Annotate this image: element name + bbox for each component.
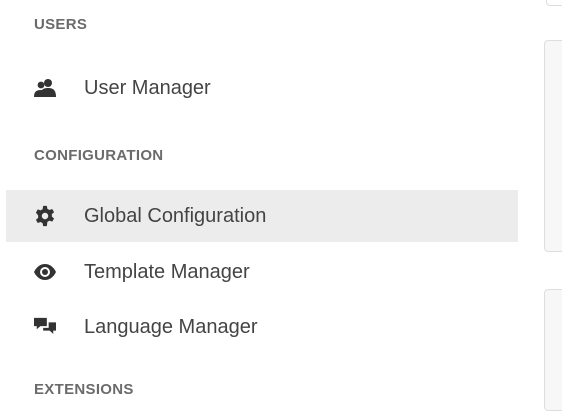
sidebar-item-global-configuration[interactable]: Global Configuration xyxy=(6,190,518,242)
content-panel xyxy=(544,40,562,252)
users-icon xyxy=(34,77,56,99)
comments-icon xyxy=(34,316,56,338)
sidebar-item-user-manager[interactable]: User Manager xyxy=(6,62,518,114)
sidebar-item-template-manager[interactable]: Template Manager xyxy=(6,246,518,298)
eye-icon xyxy=(34,261,56,283)
admin-sidebar: USERS User Manager CONFIGURATION Global … xyxy=(0,0,518,398)
sidebar-item-label: Global Configuration xyxy=(84,204,267,227)
sidebar-item-label: Template Manager xyxy=(84,260,250,283)
sidebar-item-label: User Manager xyxy=(84,76,211,99)
section-header-users: USERS xyxy=(34,16,88,33)
gear-icon xyxy=(34,205,56,227)
content-panel-edge xyxy=(546,0,562,6)
section-header-configuration: CONFIGURATION xyxy=(34,147,164,164)
sidebar-item-language-manager[interactable]: Language Manager xyxy=(6,301,518,353)
sidebar-item-label: Language Manager xyxy=(84,315,258,338)
section-header-extensions: EXTENSIONS xyxy=(34,381,134,398)
